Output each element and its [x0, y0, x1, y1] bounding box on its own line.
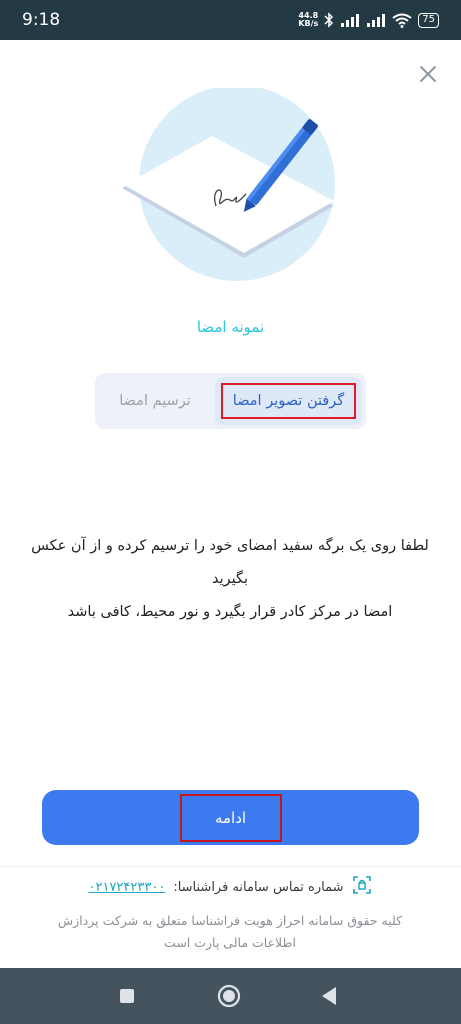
square-icon: [120, 989, 134, 1003]
status-bar: 9:18 44.8 KB/s 75: [0, 0, 461, 40]
copyright-line: کلیه حقوق سامانه احراز هویت فراشناسا متع…: [57, 913, 403, 928]
phone-icon: [352, 875, 372, 899]
back-button[interactable]: [316, 983, 342, 1009]
status-icons: 44.8 KB/s 75: [298, 9, 439, 31]
contact-info: شماره تماس سامانه فراشناسا: ۰۲۱۷۲۴۲۳۳۰۰: [60, 875, 400, 899]
phone-link[interactable]: ۰۲۱۷۲۴۲۳۳۰۰: [89, 880, 166, 895]
instruction-line: امضا در مرکز کادر قرار بگیرد و نور محیط،…: [67, 604, 393, 620]
signature-mode-tabs: گرفتن تصویر امضا ترسیم امضا: [95, 373, 366, 429]
recents-button[interactable]: [114, 983, 140, 1009]
status-time: 9:18: [22, 10, 61, 30]
tab-draw-signature[interactable]: ترسیم امضا: [95, 377, 215, 425]
page-title: نمونه امضا: [196, 318, 265, 336]
close-icon: [420, 66, 436, 82]
circle-icon: [217, 984, 241, 1008]
instruction-line: لطفا روی یک برگه سفید امضای خود را ترسیم…: [31, 538, 429, 554]
wifi-icon: [392, 13, 412, 28]
nav-bar: [0, 968, 461, 1024]
net-speed-unit: KB/s: [298, 19, 319, 28]
tab-capture-signature-label: گرفتن تصویر امضا: [220, 383, 357, 419]
continue-button[interactable]: ادامه: [42, 790, 419, 845]
home-button[interactable]: [216, 983, 242, 1009]
signal-icon: [340, 13, 360, 27]
continue-button-label: ادامه: [179, 793, 282, 842]
instruction-line: بگیرید: [211, 571, 249, 587]
copyright: کلیه حقوق سامانه احراز هویت فراشناسا متع…: [40, 910, 420, 954]
signature-illustration: [122, 85, 352, 288]
close-button[interactable]: [415, 61, 441, 87]
instructions: لطفا روی یک برگه سفید امضای خود را ترسیم…: [30, 530, 430, 629]
tab-capture-signature[interactable]: گرفتن تصویر امضا: [215, 377, 362, 425]
signal-icon: [366, 13, 386, 27]
back-triangle-icon: [322, 987, 336, 1005]
net-speed: 44.8 KB/s: [298, 12, 318, 28]
contact-label: شماره تماس سامانه فراشناسا:: [173, 879, 344, 895]
battery-icon: 75: [418, 12, 439, 28]
bluetooth-icon: [324, 12, 334, 28]
footer-divider: [0, 866, 461, 867]
copyright-line: اطلاعات مالی پارت است: [164, 935, 296, 950]
